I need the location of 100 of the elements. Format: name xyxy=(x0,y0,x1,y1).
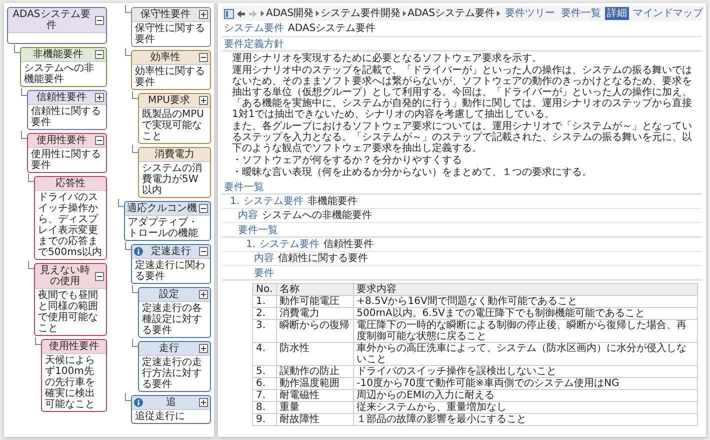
paragraph: また、各グループにおけるソフトウェア要求については、運用シナリオで「システムが～」となっているステップを入力となる。「システムが～」のステップで記載された、システムの振る舞いを元に、以下のような観点でソフトウェア要求を抽出し定義する。 xyxy=(232,121,692,154)
node-title: MPU要求 xyxy=(147,95,191,106)
paragraph: 運用シナリオを実現するために必要となるソフトウェア要求を示す。 xyxy=(232,53,543,64)
breadcrumb-link[interactable]: ADASシステム要件 xyxy=(408,8,496,19)
node-text: 効率性に関する要件 xyxy=(134,65,206,89)
table-cell: 耐故障性 xyxy=(276,414,354,426)
connector-line xyxy=(21,88,27,96)
type-label[interactable]: システム要件 xyxy=(244,196,304,207)
node-text: システムへの非機能要件 xyxy=(23,62,95,86)
table-cell: 7. xyxy=(252,390,276,402)
node-title: ADASシステム要件 xyxy=(12,9,92,31)
node-text: 既製品のMPUで実現可能なこと xyxy=(141,108,205,143)
back-arrow-icon[interactable] xyxy=(236,8,246,18)
collapse-icon[interactable] xyxy=(199,247,208,256)
section-heading: 要件 xyxy=(222,266,702,281)
collapse-icon[interactable] xyxy=(199,204,208,213)
content-label: 内容 xyxy=(254,253,274,264)
node-title: 応答性 xyxy=(54,178,86,189)
info-icon xyxy=(134,247,143,256)
table-cell: 重量 xyxy=(276,402,354,414)
node-text: 天候によらず100m先の先行車を確実に検出可能なこと xyxy=(44,354,96,411)
section-heading: 要件定義方針 xyxy=(222,37,702,52)
collapse-icon[interactable] xyxy=(199,53,208,62)
table-cell: 動作温度範囲 xyxy=(276,378,354,390)
type-label[interactable]: システム要件 xyxy=(224,23,284,34)
chevron-icon xyxy=(260,10,265,17)
node-title: 定速走行 xyxy=(150,246,192,257)
table-cell: 3. xyxy=(252,320,276,342)
connector-line xyxy=(14,45,20,53)
table-cell: 耐電磁性 xyxy=(276,390,354,402)
expand-icon[interactable] xyxy=(95,93,104,102)
connector-line xyxy=(132,91,138,99)
view-tab[interactable]: 詳細 xyxy=(605,7,630,20)
node-text: 使用性に関する要件 xyxy=(30,148,102,172)
table-cell: 500mA以内。6.5Vまでの電圧降下でも制御機能可能であること xyxy=(353,308,698,320)
table-cell: 消費電力 xyxy=(276,308,354,320)
column-header: 名称 xyxy=(276,284,354,296)
node-text: 定速走行の各種設定に対する要件 xyxy=(141,302,203,337)
node-title: 使用性要件 xyxy=(36,135,88,146)
node-text: システムの消費電力が5W以内 xyxy=(141,162,203,197)
connector-line xyxy=(132,339,138,347)
item-number: 1. xyxy=(246,239,256,250)
breadcrumb-link[interactable]: ADAS開発 xyxy=(266,8,314,19)
view-tab[interactable]: 要件一覧 xyxy=(559,7,604,20)
expand-icon[interactable] xyxy=(199,398,208,407)
table-cell: 防水性 xyxy=(276,342,354,366)
table-cell: 従来システムから、重量増加なし xyxy=(353,402,698,414)
node-title: 使用性要件 xyxy=(48,341,100,352)
connector-line xyxy=(35,337,41,345)
table-cell: 瞬断からの復帰 xyxy=(276,320,354,342)
connector-line xyxy=(118,199,124,207)
node-title: 保守性要件 xyxy=(140,9,192,20)
section-heading: 要件一覧 xyxy=(222,223,702,238)
table-cell: +8.5Vから16V間で問題なく動作可能であること xyxy=(353,296,698,308)
panel-icon[interactable] xyxy=(224,8,234,18)
item-name: 信頼性要件 xyxy=(324,239,374,250)
breadcrumb-link[interactable]: システム要件開発 xyxy=(320,8,401,19)
table-cell: 5. xyxy=(252,366,276,378)
node-title: 非機能要件 xyxy=(32,49,84,60)
section-heading: 要件一覧 xyxy=(222,180,702,195)
connector-line xyxy=(125,242,131,250)
item-number: 1. xyxy=(230,196,240,207)
table-cell: 1. xyxy=(252,296,276,308)
node-text: ドライバのスイッチ操作から、ディスプレイ表示変更までの応答まで500ms以内 xyxy=(37,191,104,259)
table-cell: １部品の故障の影響を最小にすること xyxy=(353,414,698,426)
type-label[interactable]: システム要件 xyxy=(260,239,320,250)
connector-line xyxy=(28,261,34,269)
collapse-icon[interactable] xyxy=(95,16,104,24)
chevron-icon xyxy=(496,10,502,17)
expand-icon[interactable] xyxy=(199,290,208,299)
expand-icon[interactable] xyxy=(199,10,208,19)
view-tab[interactable]: マインドマップ xyxy=(631,7,706,20)
content-label: 内容 xyxy=(238,210,258,221)
table-cell: 車外からの高圧洗車によって、システム（防水区画内）に水分が侵入しないこと xyxy=(353,342,698,366)
table-cell: 9. xyxy=(252,414,276,426)
view-tab[interactable]: 要件ツリー xyxy=(503,7,558,20)
info-icon xyxy=(134,398,143,407)
table-cell: 誤動作の防止 xyxy=(276,366,354,378)
connector-line xyxy=(21,131,27,139)
collapse-icon[interactable] xyxy=(95,136,104,145)
connector-line xyxy=(132,285,138,293)
node-text: アダプティブ・トロールの機能 xyxy=(127,216,199,240)
collapse-icon[interactable] xyxy=(95,272,104,280)
collapse-icon[interactable] xyxy=(95,50,104,59)
connector-line xyxy=(132,145,138,153)
table-cell: 8. xyxy=(252,402,276,414)
node-text: 夜間でも昼間と同様の範囲で使用可能なこと xyxy=(37,289,99,335)
table-cell: 動作可能電圧 xyxy=(276,296,354,308)
expand-icon[interactable] xyxy=(199,96,208,105)
expand-icon[interactable] xyxy=(199,344,208,353)
paragraph: 運用シナリオ中のステップを記載で、「ドライバーが」といった人の操作は、システムの振る舞いではないため、そのままソフト要求へは繋がらないが、ソフトウェアの動作のきっかけとなるため、要求を抽出する単位（仮想グループ）として利用する。今回は、「ドライバーが」といった人の操作に加え、「ある機能を実施中に、システムが自発的に行う」動作に関しては、運用シナリオのステップから直接1対1では抽出できないため、シナリオの内容を考慮して抽出している。 xyxy=(232,65,692,120)
table-cell: 電圧降下の一時的な瞬断による制御の停止後、瞬断から復帰した場合、再度制御可能な状態に戻ること xyxy=(353,320,698,342)
node-title: 消費電力 xyxy=(154,149,196,160)
node-text: 定速走行に関わる要件 xyxy=(134,259,206,283)
connector-line xyxy=(125,48,131,56)
bullet-item: ・曖昧な言い表現（何を止めるか分からない）をまとめて、１つの要求にする。 xyxy=(232,167,593,178)
table-cell: ドライバのスイッチ操作を誤検出しないこと xyxy=(353,366,698,378)
table-cell: -10度から70度で動作可能※車両側でのシステム使用はNG xyxy=(353,378,698,390)
node-title: 設定 xyxy=(158,289,180,300)
node-title: 信頼性要件 xyxy=(36,92,88,103)
